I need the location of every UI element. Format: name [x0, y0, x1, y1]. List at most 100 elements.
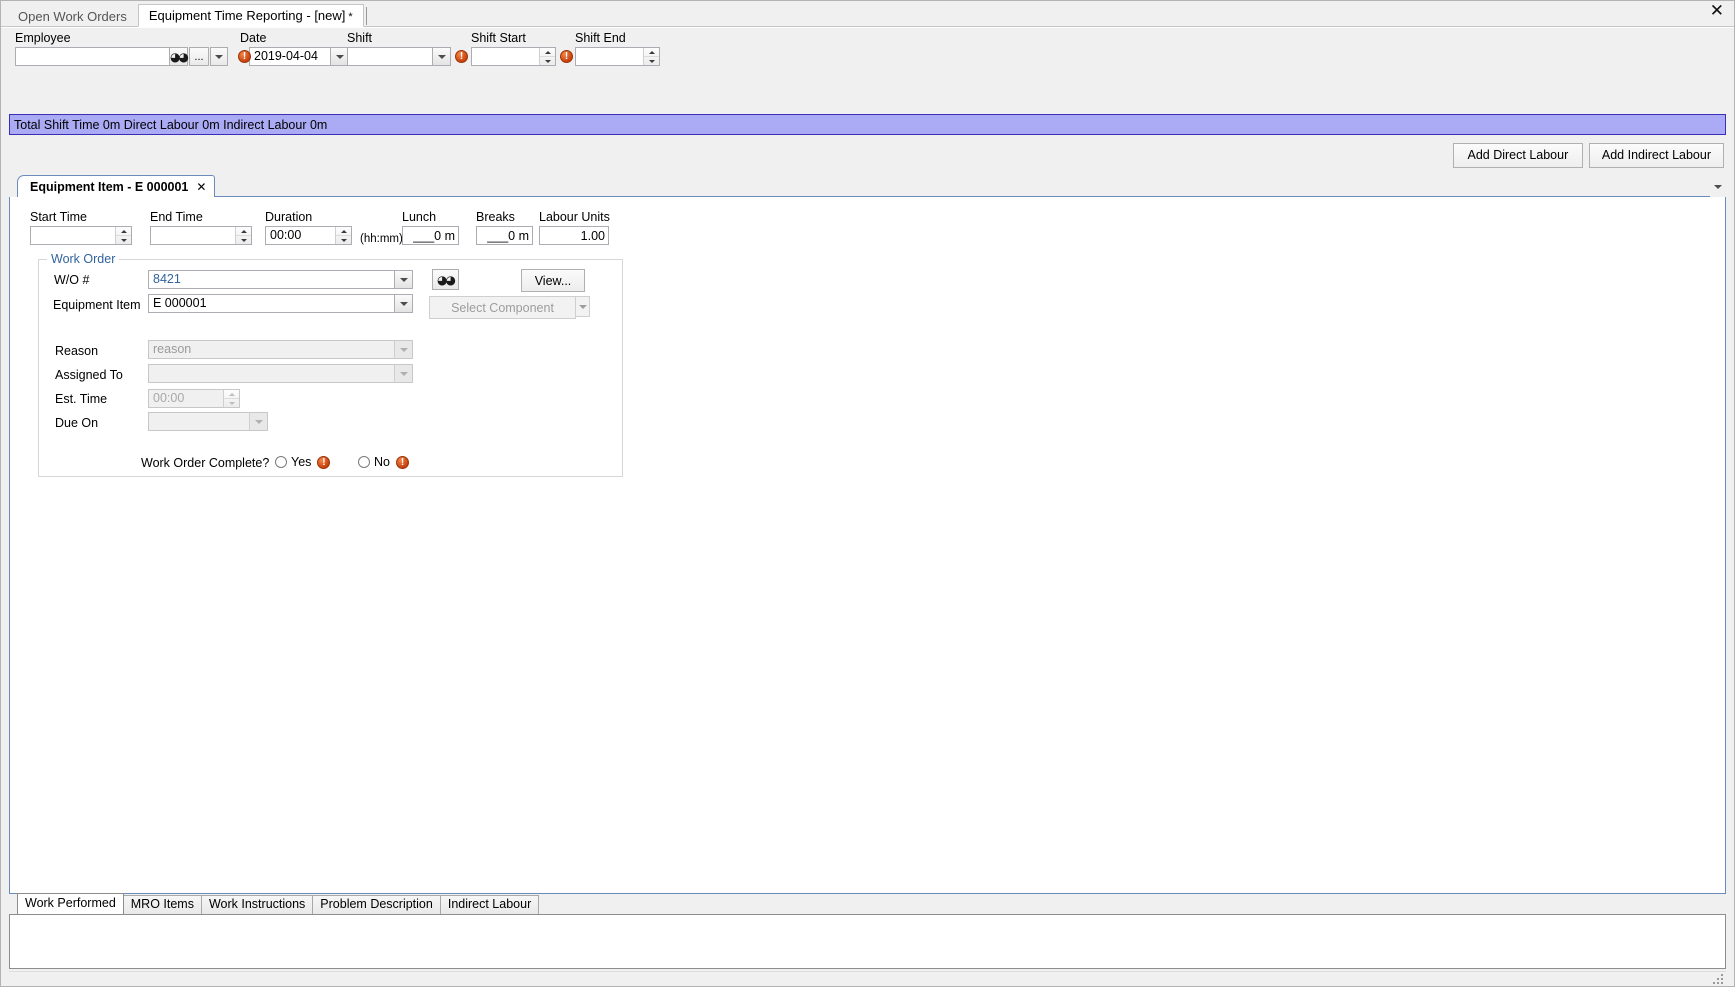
- radio-yes-label: Yes: [291, 455, 312, 469]
- bottom-tab-indirect-labour[interactable]: Indirect Labour: [439, 895, 540, 914]
- spinner-up-icon[interactable]: [336, 227, 351, 236]
- employee-dropdown-button[interactable]: [210, 47, 228, 66]
- equipment-item-input[interactable]: E 000001: [148, 294, 413, 313]
- assigned-to-input-value: [149, 365, 394, 382]
- duration-input[interactable]: 00:00: [265, 226, 352, 245]
- shift-input[interactable]: [347, 47, 451, 66]
- document-tab-equipment-time-reporting[interactable]: Equipment Time Reporting - [new] *: [137, 4, 364, 27]
- bottom-tab-work-performed[interactable]: Work Performed: [17, 893, 124, 914]
- lunch-input[interactable]: ___0 m: [402, 226, 459, 245]
- date-dropdown-button[interactable]: [330, 48, 348, 65]
- spinner-down-icon[interactable]: [336, 236, 351, 244]
- document-tab-label: Open Work Orders: [18, 9, 127, 24]
- due-on-dropdown-button[interactable]: [249, 413, 267, 430]
- spinner-down-icon[interactable]: [116, 236, 131, 244]
- spinner-up-icon[interactable]: [116, 227, 131, 236]
- document-tab-label: Equipment Time Reporting - [new]: [148, 8, 346, 23]
- due-on-input-value: [149, 413, 249, 430]
- equipment-item-panel: Equipment Item - E 000001 ✕ Start Time E…: [9, 175, 1726, 894]
- binoculars-icon: ◕◕: [170, 49, 189, 64]
- date-field-group: Date ! 2019-04-04: [238, 31, 349, 66]
- employee-input[interactable]: [15, 47, 170, 66]
- breaks-input[interactable]: ___0 m: [476, 226, 533, 245]
- shift-dropdown-button[interactable]: [432, 48, 450, 65]
- close-icon[interactable]: ✕: [1708, 3, 1726, 20]
- tab-equipment-item-e000001[interactable]: Equipment Item - E 000001 ✕: [17, 175, 216, 197]
- bottom-tab-mro-items[interactable]: MRO Items: [122, 895, 202, 914]
- wo-number-search-button[interactable]: ◕◕: [432, 269, 459, 290]
- lunch-label: Lunch: [402, 210, 437, 224]
- radio-yes[interactable]: [275, 456, 287, 468]
- start-time-field-group: Start Time: [30, 210, 132, 247]
- spinner-up-icon[interactable]: [224, 390, 239, 399]
- equipment-item-input-value: E 000001: [153, 296, 207, 310]
- lunch-field-group: Lunch ___0 m: [402, 210, 459, 245]
- document-tab-open-work-orders[interactable]: Open Work Orders: [7, 5, 138, 27]
- end-time-label: End Time: [150, 210, 203, 224]
- work-order-complete-yes-option[interactable]: Yes !: [275, 455, 331, 469]
- select-component-dropdown-button[interactable]: [576, 296, 590, 317]
- reason-dropdown-button[interactable]: [394, 341, 412, 358]
- spinner-up-icon[interactable]: [236, 227, 251, 236]
- shift-summary-bar: Total Shift Time 0m Direct Labour 0m Ind…: [9, 114, 1726, 135]
- view-button-label: View...: [534, 273, 572, 288]
- due-on-input[interactable]: [148, 412, 268, 431]
- bottom-tab-strip: Work Performed MRO Items Work Instructio…: [9, 893, 1726, 914]
- labour-units-input[interactable]: 1.00: [539, 226, 609, 245]
- end-time-input[interactable]: [150, 226, 252, 245]
- bottom-tab-work-instructions[interactable]: Work Instructions: [200, 895, 314, 914]
- add-direct-labour-button[interactable]: Add Direct Labour: [1452, 142, 1583, 168]
- shift-end-input[interactable]: [575, 47, 660, 66]
- labour-units-label: Labour Units: [539, 210, 610, 224]
- wo-number-input[interactable]: 8421: [148, 270, 413, 289]
- chevron-down-icon: [399, 347, 408, 352]
- shift-end-label: Shift End: [575, 31, 626, 45]
- employee-browse-button[interactable]: ...: [189, 47, 209, 66]
- labour-units-input-value: 1.00: [580, 228, 605, 243]
- shift-start-input[interactable]: [471, 47, 556, 66]
- close-icon[interactable]: ✕: [196, 177, 206, 197]
- select-component-button[interactable]: Select Component: [429, 296, 576, 319]
- end-time-field-group: End Time: [150, 210, 252, 247]
- spinner-down-icon[interactable]: [540, 57, 555, 65]
- shift-start-spinner[interactable]: [539, 48, 555, 65]
- date-input[interactable]: 2019-04-04: [249, 47, 349, 66]
- radio-no-label: No: [374, 455, 390, 469]
- shift-end-spinner[interactable]: [643, 48, 659, 65]
- est-time-spinner[interactable]: [223, 390, 239, 407]
- select-component-label: Select Component: [451, 300, 554, 315]
- employee-row: ◕◕ ...: [15, 47, 228, 66]
- start-time-spinner[interactable]: [115, 227, 131, 244]
- date-row: ! 2019-04-04: [238, 47, 349, 66]
- radio-no[interactable]: [358, 456, 370, 468]
- select-component-split-button[interactable]: Select Component: [429, 296, 590, 319]
- duration-spinner[interactable]: [335, 227, 351, 244]
- spinner-down-icon[interactable]: [644, 57, 659, 65]
- spinner-down-icon[interactable]: [224, 399, 239, 407]
- document-tab-strip: Open Work Orders Equipment Time Reportin…: [1, 1, 1734, 27]
- work-performed-textarea[interactable]: [9, 914, 1726, 969]
- assigned-to-dropdown-button[interactable]: [394, 365, 412, 382]
- add-indirect-labour-button[interactable]: Add Indirect Labour: [1588, 142, 1724, 168]
- est-time-input[interactable]: 00:00: [148, 389, 240, 408]
- end-time-spinner[interactable]: [235, 227, 251, 244]
- spinner-up-icon[interactable]: [540, 48, 555, 57]
- equipment-item-dropdown-button[interactable]: [394, 295, 412, 312]
- wo-number-dropdown-button[interactable]: [394, 271, 412, 288]
- view-work-order-button[interactable]: View...: [521, 269, 585, 292]
- duration-format-hint: (hh:mm): [360, 233, 403, 245]
- start-time-input[interactable]: [30, 226, 132, 245]
- tab-overflow-button[interactable]: [1710, 177, 1726, 197]
- reason-input[interactable]: reason: [148, 340, 413, 359]
- resize-grip-icon[interactable]: [1712, 974, 1724, 985]
- shift-error-icon: !: [455, 50, 468, 63]
- work-order-complete-no-option[interactable]: No !: [358, 455, 409, 469]
- assigned-to-input[interactable]: [148, 364, 413, 383]
- date-input-value: 2019-04-04: [254, 49, 318, 63]
- bottom-tab-label: Work Performed: [25, 896, 116, 910]
- employee-search-button[interactable]: ◕◕: [169, 47, 189, 66]
- labour-units-field-group: Labour Units 1.00: [539, 210, 610, 245]
- spinner-up-icon[interactable]: [644, 48, 659, 57]
- spinner-down-icon[interactable]: [236, 236, 251, 244]
- bottom-tab-problem-description[interactable]: Problem Description: [312, 895, 441, 914]
